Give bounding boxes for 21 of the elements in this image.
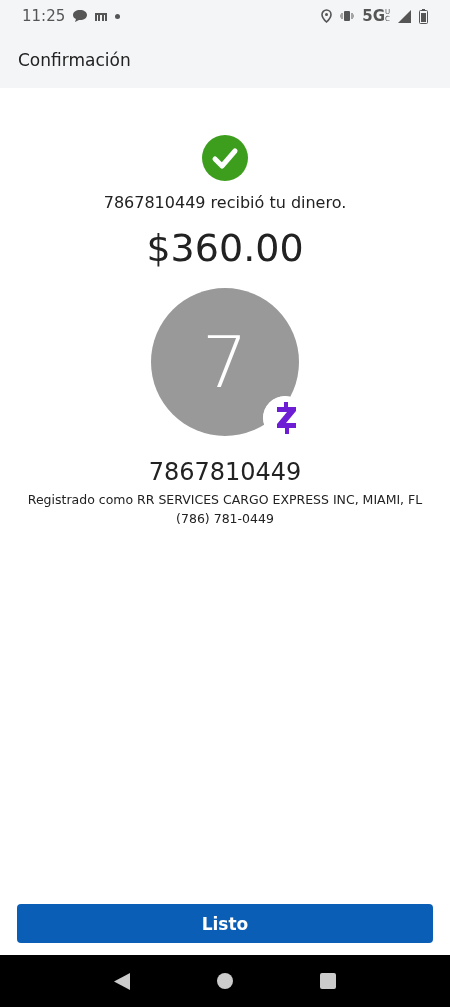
dot-icon bbox=[115, 13, 121, 19]
registered-name: Registrado como RR SERVICES CARGO EXPRESS INC, MIAMI, FL bbox=[27, 492, 423, 507]
checkmark-icon bbox=[202, 135, 248, 181]
done-button[interactable]: Listo bbox=[17, 904, 433, 943]
amount: $360.00 bbox=[146, 226, 304, 270]
back-icon[interactable] bbox=[113, 972, 130, 990]
location-pin-icon bbox=[321, 9, 333, 23]
signal-icon bbox=[398, 9, 411, 23]
chat-bubble-icon bbox=[73, 10, 88, 22]
app-notification-icon bbox=[95, 10, 108, 22]
status-time: 11:25 bbox=[22, 7, 66, 25]
recents-icon[interactable] bbox=[320, 973, 337, 989]
screen-title: Confirmación bbox=[0, 32, 450, 88]
vibrate-icon bbox=[340, 10, 355, 22]
home-icon[interactable] bbox=[217, 973, 233, 989]
battery-icon bbox=[419, 8, 428, 24]
avatar: 7 bbox=[151, 288, 299, 436]
network-type: 5G bbox=[362, 7, 385, 25]
recipient-phone: (786) 781-0449 bbox=[176, 511, 274, 526]
recipient-name: 7867810449 bbox=[148, 458, 302, 486]
confirmation-message: 7867810449 recibió tu dinero. bbox=[103, 193, 347, 212]
